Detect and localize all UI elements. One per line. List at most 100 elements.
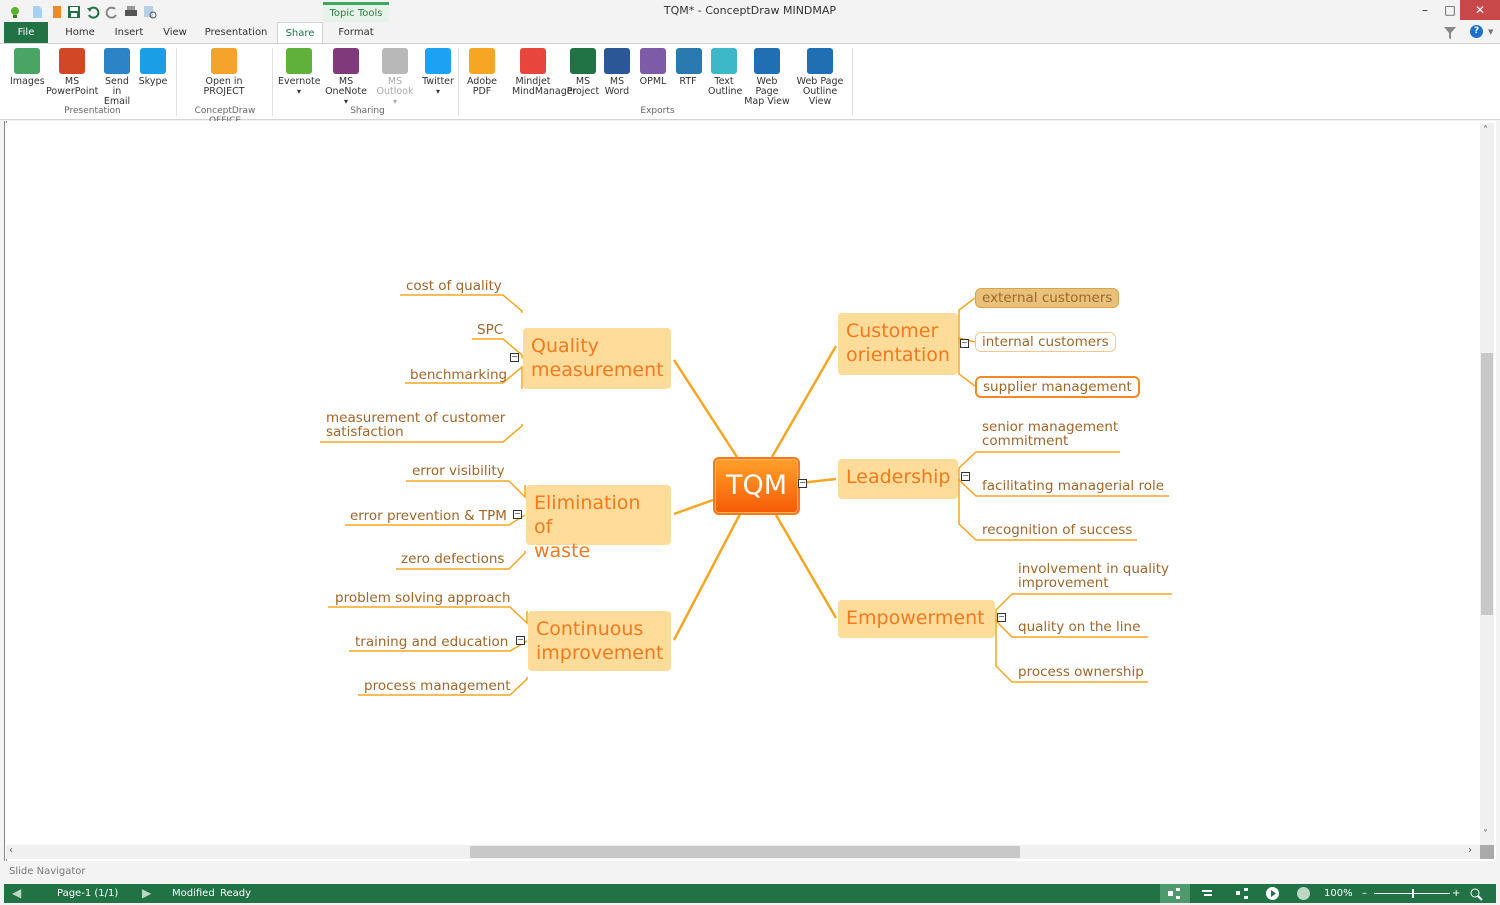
ribbon: Images MS PowerPoint Send in Email Skype Pre… [0,43,1500,126]
record-icon[interactable] [1297,887,1310,900]
collapse-toggle-icon[interactable]: − [798,479,807,488]
opml-button[interactable]: OPML [638,48,668,87]
rtf-button[interactable]: RTF [676,48,702,87]
evernote-button[interactable]: Evernote ▾ [278,48,321,97]
subtopic[interactable]: error prevention & TPM [350,509,507,523]
subtopic[interactable]: problem solving approach [335,591,511,605]
subtopic[interactable]: recognition of success [982,523,1132,537]
subtopic[interactable]: process management [364,679,511,693]
zoom-fit-icon[interactable] [1469,884,1483,905]
main-topic-continuous[interactable]: Continuous improvement [528,611,671,671]
zoom-slider[interactable] [1374,889,1450,898]
subtopic[interactable]: senior management commitment [982,420,1118,448]
zoom-out-button[interactable]: – [1362,884,1367,903]
subtopic[interactable]: benchmarking [410,368,507,382]
subtopic[interactable]: cost of quality [406,279,502,293]
tab-file[interactable]: File [4,22,48,44]
tab-insert[interactable]: Insert [108,22,150,44]
vertical-scroll-thumb[interactable] [1481,353,1493,615]
collapse-toggle-icon[interactable]: − [997,613,1006,622]
collapse-toggle-icon[interactable]: − [510,353,519,362]
project-button[interactable]: Open in PROJECT [198,48,250,97]
collapse-toggle-icon[interactable]: − [960,339,969,348]
scroll-right-icon[interactable]: › [1468,845,1472,856]
tree-view-icon[interactable] [1234,884,1250,905]
mindmanager-button[interactable]: Mindjet MindManager [512,48,577,97]
prev-page-icon[interactable]: ◀ [12,884,21,903]
skype-button[interactable]: Skype [138,48,168,87]
button-label: Images [10,76,45,87]
central-topic[interactable]: TQM [713,457,800,515]
web-outline-button[interactable]: Web Page Outline View [792,48,848,107]
web-map-button[interactable]: Web Page Map View [744,48,790,107]
zoom-slider-thumb[interactable] [1412,889,1414,898]
help-icon[interactable]: ? [1470,25,1483,38]
subtopic[interactable]: measurement of customer satisfaction [326,411,505,439]
vertical-scrollbar[interactable]: ˄ ˅ [1480,123,1494,845]
main-topic-waste[interactable]: Elimination of waste [526,485,671,562]
button-label: MS OneNote [325,76,367,97]
email-button[interactable]: Send in Email [100,48,134,107]
subtopic[interactable]: external customers [975,288,1120,308]
powerpoint-button[interactable]: MS PowerPoint [46,48,98,97]
main-topic-customer[interactable]: Customer orientation [838,313,958,375]
window-title: TQM* - ConceptDraw MINDMAP [663,4,837,17]
dropdown-arrow-icon[interactable]: ▾ [278,87,320,97]
mindmap-view-icon[interactable] [1160,884,1190,903]
collapse-toggle-icon[interactable]: − [961,472,970,481]
tab-share[interactable]: Share [277,22,323,44]
main-topic-quality[interactable]: Quality measurement [523,328,671,389]
ribbon-group-label: Sharing [350,106,385,116]
filter-icon[interactable] [1444,25,1456,44]
outlook-button[interactable]: MS Outlook ▾ [372,48,418,107]
outline-view-icon[interactable] [1200,884,1214,905]
dropdown-arrow-icon[interactable]: ▾ [420,87,456,97]
subtopic[interactable]: involvement in quality improvement [1018,562,1169,590]
help-dropdown-icon[interactable]: ▼ [1488,28,1493,36]
collapse-toggle-icon[interactable]: − [516,636,525,645]
tab-format[interactable]: Format [330,22,382,44]
subtopic[interactable]: supplier management [975,376,1140,398]
slide-navigator-panel[interactable]: Slide Navigator [0,861,1500,883]
close-button[interactable]: ✕ [1460,0,1500,20]
subtopic[interactable]: process ownership [1018,665,1144,679]
twitter-button[interactable]: Twitter ▾ [420,48,456,97]
opml-icon [640,48,666,74]
play-presentation-icon[interactable] [1266,887,1279,900]
horizontal-scroll-thumb[interactable] [470,846,1020,858]
word-button[interactable]: MS Word [602,48,632,97]
subtopic[interactable]: error visibility [412,464,505,478]
zoom-in-button[interactable]: + [1452,884,1460,903]
collapse-toggle-icon[interactable]: − [513,510,522,519]
main-topic-empowerment[interactable]: Empowerment [838,600,995,638]
scroll-left-icon[interactable]: ‹ [9,845,13,856]
msproject-button[interactable]: MS Project [566,48,600,97]
mindmap-canvas[interactable]: TQM − Quality measurement − cost of quality S… [6,123,1480,845]
email-icon [104,48,130,74]
connector-line [673,498,714,516]
text-outline-icon [711,48,737,74]
text-outline-button[interactable]: Text Outline [708,48,742,97]
app-window: Topic Tools TQM* - ConceptDraw MINDMAP –… [0,0,1500,905]
ribbon-tabs: File Home Insert View Presentation Share… [0,22,1500,63]
tab-presentation[interactable]: Presentation [200,22,272,44]
ribbon-group-separator [176,48,177,116]
scroll-down-icon[interactable]: ˅ [1483,829,1488,840]
subtopic[interactable]: zero defections [401,552,504,566]
rtf-icon [676,48,702,74]
subtopic[interactable]: SPC [477,323,503,337]
next-page-icon[interactable]: ▶ [142,884,151,903]
horizontal-scrollbar[interactable]: ‹ › [6,845,1480,859]
images-button[interactable]: Images [10,48,45,87]
tab-view[interactable]: View [156,22,194,44]
subtopic[interactable]: quality on the line [1018,620,1140,634]
onenote-button[interactable]: MS OneNote ▾ [322,48,370,107]
connector-line [406,480,526,499]
pdf-button[interactable]: Adobe PDF [466,48,498,97]
main-topic-leadership[interactable]: Leadership [838,459,958,499]
subtopic[interactable]: internal customers [975,332,1116,352]
tab-home[interactable]: Home [58,22,102,44]
scroll-up-icon[interactable]: ˄ [1483,125,1488,136]
subtopic[interactable]: training and education [355,635,508,649]
subtopic[interactable]: facilitating managerial role [982,479,1164,493]
